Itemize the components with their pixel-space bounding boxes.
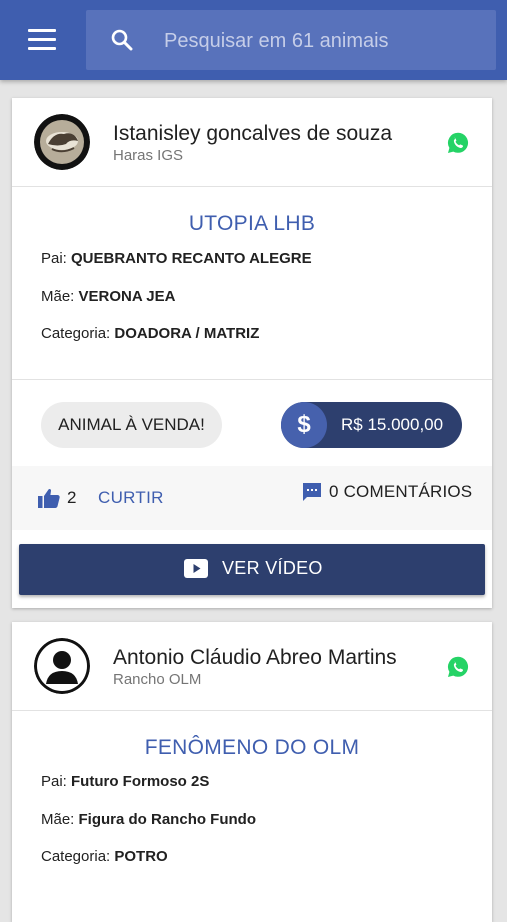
avatar: [34, 638, 90, 694]
owner-name: Antonio Cláudio Abreo Martins: [113, 646, 397, 669]
mother-value: Figura do Rancho Fundo: [78, 811, 256, 828]
farm-name: Haras IGS: [113, 147, 184, 164]
watch-video-button[interactable]: VER VÍDEO: [19, 544, 485, 595]
dollar-icon: $: [281, 402, 327, 448]
category-label: Categoria:: [41, 848, 115, 865]
father-label: Pai:: [41, 250, 72, 267]
mother-line: Mãe: Figura do Rancho Fundo: [41, 811, 256, 828]
comments-button[interactable]: 0 COMENTÁRIOS: [329, 482, 472, 502]
watch-video-label: VER VÍDEO: [222, 558, 323, 578]
owner-header[interactable]: Istanisley goncalves de souza Haras IGS: [12, 98, 492, 187]
hamburger-icon[interactable]: [28, 29, 56, 51]
avatar: [34, 114, 90, 170]
top-app-bar: [0, 0, 507, 80]
animal-card: Antonio Cláudio Abreo Martins Rancho OLM…: [12, 622, 492, 922]
owner-name: Istanisley goncalves de souza: [113, 122, 392, 145]
price-value: R$ 15.000,00: [341, 415, 444, 434]
actions-row: 2 CURTIR 0 COMENTÁRIOS: [12, 466, 492, 530]
category-value: POTRO: [114, 848, 168, 865]
animal-name[interactable]: FENÔMENO DO OLM: [12, 736, 492, 760]
search-icon: [111, 29, 133, 51]
category-line: Categoria: POTRO: [41, 848, 168, 865]
mother-label: Mãe:: [41, 811, 79, 828]
animal-card: Istanisley goncalves de souza Haras IGS …: [12, 98, 492, 608]
animal-name[interactable]: UTOPIA LHB: [12, 212, 492, 236]
mother-value: VERONA JEA: [78, 288, 176, 305]
play-icon: [184, 559, 208, 578]
like-button[interactable]: CURTIR: [98, 488, 164, 508]
mother-label: Mãe:: [41, 288, 79, 305]
father-label: Pai:: [41, 773, 72, 790]
for-sale-badge: ANIMAL À VENDA!: [41, 402, 222, 448]
divider: [12, 379, 492, 380]
thumbs-up-icon[interactable]: [38, 488, 60, 508]
whatsapp-icon[interactable]: [446, 655, 470, 679]
owner-header[interactable]: Antonio Cláudio Abreo Martins Rancho OLM: [12, 622, 492, 711]
father-line: Pai: QUEBRANTO RECANTO ALEGRE: [41, 250, 312, 267]
comment-icon[interactable]: [302, 482, 322, 502]
father-line: Pai: Futuro Formoso 2S: [41, 773, 209, 790]
price-badge: $ R$ 15.000,00: [281, 402, 462, 448]
farm-name: Rancho OLM: [113, 671, 202, 688]
category-label: Categoria:: [41, 325, 115, 342]
category-line: Categoria: DOADORA / MATRIZ: [41, 325, 259, 342]
whatsapp-icon[interactable]: [446, 131, 470, 155]
father-value: QUEBRANTO RECANTO ALEGRE: [71, 250, 312, 267]
father-value: Futuro Formoso 2S: [71, 773, 210, 790]
mother-line: Mãe: VERONA JEA: [41, 288, 175, 305]
search-input[interactable]: [162, 24, 496, 58]
category-value: DOADORA / MATRIZ: [114, 325, 260, 342]
like-count: 2: [67, 488, 77, 507]
search-box[interactable]: [86, 10, 496, 70]
